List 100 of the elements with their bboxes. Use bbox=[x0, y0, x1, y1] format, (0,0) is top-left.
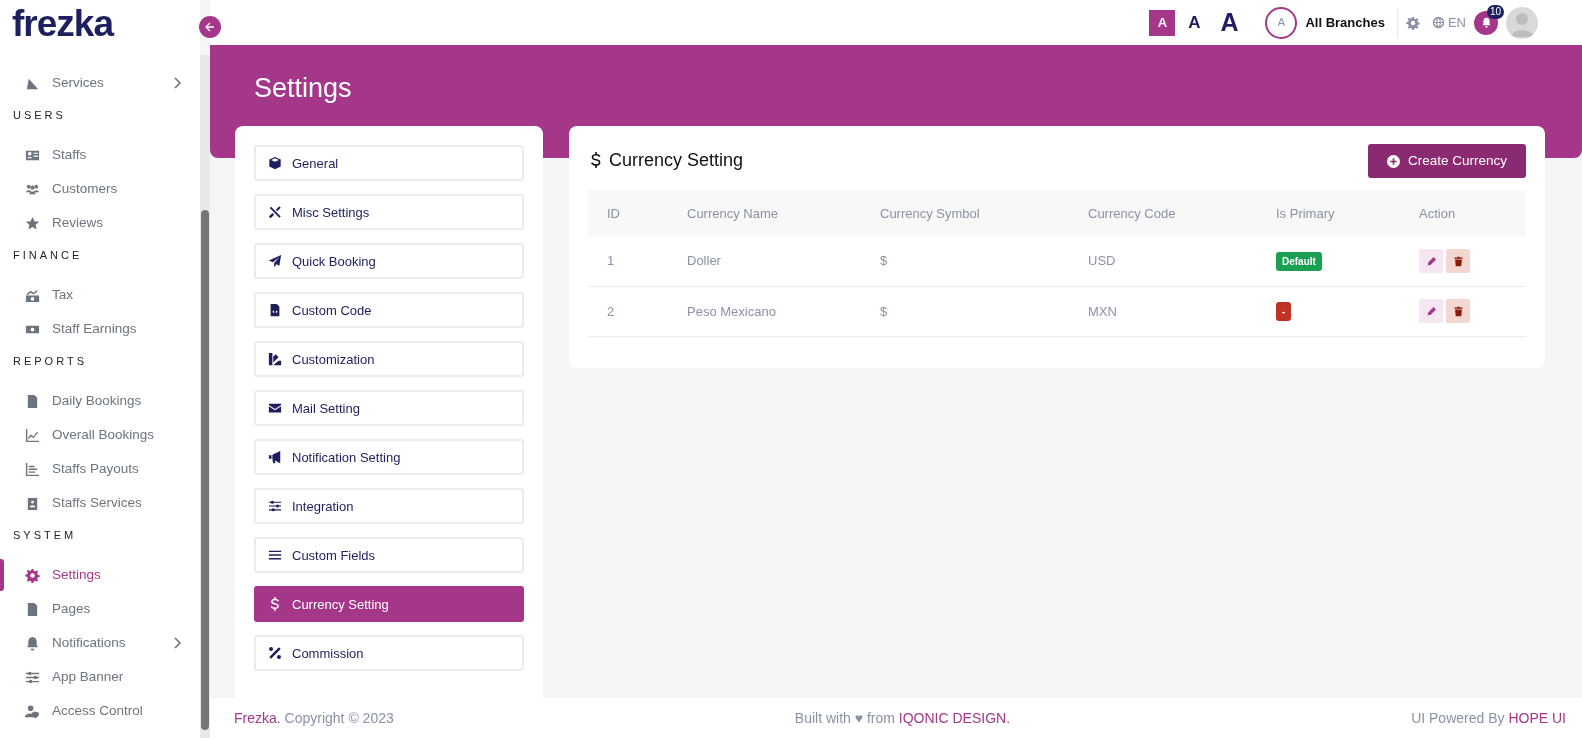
document-icon bbox=[25, 601, 40, 617]
section-heading: FINANCE bbox=[12, 247, 84, 263]
cube-icon bbox=[268, 156, 282, 171]
percent-icon bbox=[268, 646, 282, 661]
table-cell: $ bbox=[880, 253, 888, 269]
column-header: Currency Name bbox=[687, 205, 779, 221]
pencil-icon bbox=[1425, 255, 1437, 267]
language-label[interactable]: EN bbox=[1447, 12, 1466, 33]
sidebar-item[interactable]: Staffs bbox=[0, 138, 200, 172]
sidebar-item[interactable]: Settings bbox=[0, 558, 200, 592]
font-size-button[interactable]: A bbox=[1213, 9, 1246, 36]
megaphone-icon bbox=[268, 450, 282, 465]
table-cell: 2 bbox=[607, 303, 615, 319]
pencil-icon bbox=[1425, 305, 1437, 317]
tools-icon bbox=[268, 205, 282, 220]
create-currency-button[interactable]: Create Currency bbox=[1367, 144, 1526, 179]
branch-label[interactable]: All Branches bbox=[1305, 12, 1385, 33]
column-header: Currency Symbol bbox=[880, 205, 980, 221]
table-cell: MXN bbox=[1088, 303, 1117, 319]
globe-icon bbox=[1431, 16, 1445, 29]
company-link[interactable]: IQONIC DESIGN. bbox=[898, 709, 1011, 726]
ui-kit-link[interactable]: HOPE UI bbox=[1508, 709, 1566, 726]
delete-button[interactable] bbox=[1446, 249, 1470, 274]
sidebar-item[interactable]: Overall Bookings bbox=[0, 418, 200, 452]
edit-button[interactable] bbox=[1419, 249, 1443, 274]
settings-menu-item[interactable]: General bbox=[254, 145, 524, 182]
table-cell: Doller bbox=[687, 253, 721, 269]
table-cell: $ bbox=[880, 303, 888, 319]
sidebar-item[interactable]: App Banner bbox=[0, 660, 200, 694]
dollar-icon bbox=[268, 597, 282, 612]
arrow-left-icon bbox=[204, 20, 216, 33]
section-heading: REPORTS bbox=[12, 353, 88, 369]
clipboard-icon bbox=[25, 495, 40, 511]
copyright-text: Frezka. Copyright © 2023 bbox=[234, 708, 394, 728]
logo-text: frezka bbox=[11, 2, 115, 46]
sidebar-item[interactable]: Reviews bbox=[0, 206, 200, 240]
edit-button[interactable] bbox=[1419, 299, 1443, 324]
column-header: Is Primary bbox=[1276, 205, 1335, 221]
user-shield-icon bbox=[25, 703, 40, 719]
sliders-icon bbox=[25, 669, 40, 685]
chevron-icon bbox=[173, 637, 182, 649]
sidebar-item[interactable]: Access Control bbox=[0, 694, 200, 728]
sidebar-item[interactable]: Staff Earnings bbox=[0, 312, 200, 346]
paper-plane-icon bbox=[268, 254, 282, 269]
plus-circle-icon bbox=[1386, 154, 1400, 168]
column-header: Action bbox=[1419, 205, 1456, 221]
status-badge: - bbox=[1276, 302, 1292, 322]
credit-text: Built with ♥ from IQONIC DESIGN. bbox=[794, 708, 1011, 728]
sliders-icon bbox=[268, 499, 282, 514]
scrollbar[interactable] bbox=[200, 55, 210, 738]
settings-menu-item[interactable]: Custom Fields bbox=[254, 537, 524, 574]
sidebar-item[interactable]: Staffs Services bbox=[0, 486, 200, 520]
line-chart-icon bbox=[25, 427, 40, 443]
bell-icon bbox=[1480, 17, 1492, 28]
table-cell: 1 bbox=[607, 253, 615, 269]
sidebar-item[interactable]: Notifications bbox=[0, 626, 200, 660]
settings-menu-item[interactable]: Mail Setting bbox=[254, 390, 524, 427]
settings-menu-item[interactable]: Currency Setting bbox=[254, 586, 524, 623]
settings-menu-item[interactable]: Quick Booking bbox=[254, 243, 524, 280]
sidebar-item[interactable]: Pages bbox=[0, 592, 200, 626]
settings-icon bbox=[1405, 15, 1420, 30]
settings-menu-item[interactable]: Misc Settings bbox=[254, 194, 524, 231]
column-header: ID bbox=[607, 205, 620, 221]
section-heading: USERS bbox=[12, 107, 67, 123]
settings-menu-item[interactable]: Commission bbox=[254, 635, 524, 672]
bar-chart-icon bbox=[25, 461, 40, 477]
delete-button[interactable] bbox=[1446, 299, 1470, 324]
bell-icon bbox=[25, 635, 40, 651]
back-button[interactable] bbox=[199, 15, 221, 38]
page-title: Settings bbox=[254, 72, 353, 105]
settings-menu-item[interactable]: Customization bbox=[254, 341, 524, 378]
notification-count: 10 bbox=[1486, 4, 1504, 19]
sidebar-item[interactable]: Staffs Payouts bbox=[0, 452, 200, 486]
font-size-button[interactable]: A bbox=[1149, 9, 1176, 36]
sidebar-item[interactable]: Daily Bookings bbox=[0, 384, 200, 418]
table-cell: Peso Mexicano bbox=[687, 303, 776, 319]
trash-icon bbox=[1452, 305, 1464, 317]
table-cell: USD bbox=[1088, 253, 1116, 269]
column-header: Currency Code bbox=[1088, 205, 1176, 221]
branch-avatar[interactable]: A bbox=[1265, 6, 1298, 39]
font-size-button[interactable]: A bbox=[1181, 9, 1208, 36]
swatch-icon bbox=[268, 352, 282, 367]
settings-menu-item[interactable]: Custom Code bbox=[254, 292, 524, 329]
status-badge: Default bbox=[1276, 252, 1322, 272]
trash-icon bbox=[1452, 255, 1464, 267]
sidebar-item[interactable]: Services bbox=[0, 66, 200, 100]
sidebar-item[interactable]: Tax bbox=[0, 278, 200, 312]
settings-menu-item[interactable]: Notification Setting bbox=[254, 439, 524, 476]
chevron-icon bbox=[173, 77, 182, 89]
code-file-icon bbox=[268, 303, 282, 318]
section-heading: SYSTEM bbox=[12, 527, 78, 543]
settings-menu-item[interactable]: Integration bbox=[254, 488, 524, 525]
money-chart-icon bbox=[25, 287, 40, 303]
settings-icon bbox=[25, 567, 40, 583]
card-title: Currency Setting bbox=[609, 149, 744, 172]
powered-by-text: UI Powered By HOPE UI bbox=[1411, 708, 1566, 728]
document-icon bbox=[25, 393, 40, 409]
star-icon bbox=[25, 215, 40, 231]
sidebar-item[interactable]: Customers bbox=[0, 172, 200, 206]
brand-link[interactable]: Frezka. bbox=[234, 709, 281, 726]
